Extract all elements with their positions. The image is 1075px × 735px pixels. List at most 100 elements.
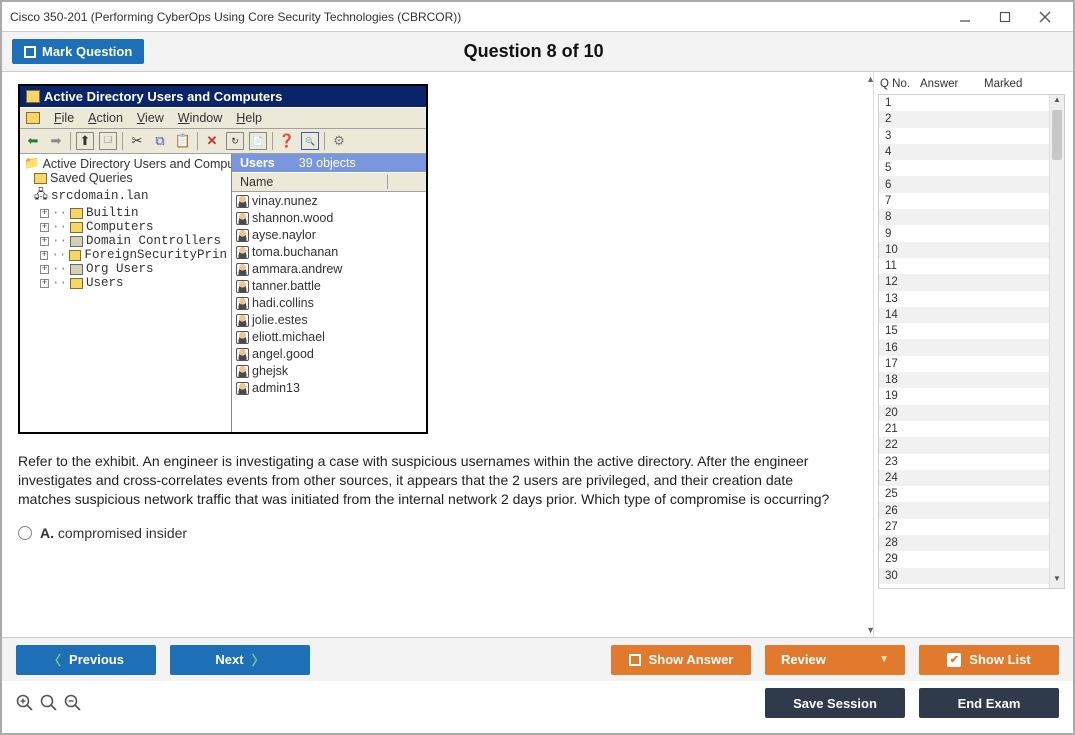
user-icon bbox=[236, 195, 249, 208]
user-row: eliott.michael bbox=[236, 329, 422, 346]
user-row: admin13 bbox=[236, 380, 422, 397]
minimize-button[interactable] bbox=[945, 5, 985, 29]
end-exam-button[interactable]: End Exam bbox=[919, 688, 1059, 718]
delete-icon: ✕ bbox=[203, 132, 221, 150]
col-name: Name bbox=[240, 175, 388, 189]
user-name: toma.buchanan bbox=[252, 244, 338, 261]
question-counter: Question 8 of 10 bbox=[144, 41, 923, 62]
user-name: jolie.estes bbox=[252, 312, 308, 329]
user-name: shannon.wood bbox=[252, 210, 333, 227]
scroll-thumb[interactable] bbox=[1052, 110, 1062, 160]
user-row: tanner.battle bbox=[236, 278, 422, 295]
square-icon bbox=[629, 654, 641, 666]
user-row: ayse.naylor bbox=[236, 227, 422, 244]
user-icon bbox=[236, 365, 249, 378]
qlist-row[interactable]: 4 bbox=[879, 144, 1064, 160]
question-list: 1234567891011121314151617181920212223242… bbox=[878, 94, 1065, 589]
tree-saved-queries: Saved Queries bbox=[50, 171, 133, 185]
hdr-marked: Marked bbox=[984, 78, 1065, 90]
qlist-row[interactable]: 1 bbox=[879, 95, 1064, 111]
user-icon bbox=[236, 297, 249, 310]
answer-a-label: A. bbox=[40, 525, 54, 541]
qlist-row[interactable]: 19 bbox=[879, 388, 1064, 404]
qlist-row[interactable]: 28 bbox=[879, 535, 1064, 551]
qlist-row[interactable]: 27 bbox=[879, 519, 1064, 535]
qlist-row[interactable]: 11 bbox=[879, 258, 1064, 274]
qlist-row[interactable]: 9 bbox=[879, 225, 1064, 241]
user-icon bbox=[236, 382, 249, 395]
answer-a-text: compromised insider bbox=[58, 525, 187, 541]
ou-icon bbox=[70, 264, 83, 275]
user-row: hadi.collins bbox=[236, 295, 422, 312]
scroll-down-icon[interactable]: ▼ bbox=[866, 625, 873, 635]
qlist-row[interactable]: 29 bbox=[879, 551, 1064, 567]
user-name: hadi.collins bbox=[252, 295, 314, 312]
scroll-up-icon[interactable]: ▲ bbox=[866, 74, 873, 84]
user-row: toma.buchanan bbox=[236, 244, 422, 261]
previous-button[interactable]: 〈 Previous bbox=[16, 645, 156, 675]
qlist-row[interactable]: 23 bbox=[879, 454, 1064, 470]
qlist-row[interactable]: 22 bbox=[879, 437, 1064, 453]
menu-window: Window bbox=[178, 111, 222, 125]
scrollbar[interactable]: ▲ ▼ bbox=[1049, 95, 1064, 588]
qlist-row[interactable]: 26 bbox=[879, 502, 1064, 518]
user-name: admin13 bbox=[252, 380, 300, 397]
review-button[interactable]: Review ▼ bbox=[765, 645, 905, 675]
qlist-row[interactable]: 7 bbox=[879, 193, 1064, 209]
qlist-row[interactable]: 2 bbox=[879, 111, 1064, 127]
qlist-row[interactable]: 30 bbox=[879, 568, 1064, 584]
qlist-row[interactable]: 20 bbox=[879, 405, 1064, 421]
qlist-row[interactable]: 15 bbox=[879, 323, 1064, 339]
nav-button-bar: 〈 Previous Next 〉 Show Answer Review ▼ ✔… bbox=[2, 637, 1073, 681]
review-label: Review bbox=[781, 652, 826, 667]
end-exam-label: End Exam bbox=[958, 696, 1021, 711]
user-row: shannon.wood bbox=[236, 210, 422, 227]
close-button[interactable] bbox=[1025, 5, 1065, 29]
exhibit-titlebar: Active Directory Users and Computers bbox=[20, 86, 426, 107]
zoom-out-icon[interactable] bbox=[64, 694, 82, 712]
qlist-row[interactable]: 13 bbox=[879, 291, 1064, 307]
qlist-row[interactable]: 10 bbox=[879, 242, 1064, 258]
show-list-button[interactable]: ✔ Show List bbox=[919, 645, 1059, 675]
qlist-row[interactable]: 3 bbox=[879, 128, 1064, 144]
qlist-row[interactable]: 24 bbox=[879, 470, 1064, 486]
qlist-row[interactable]: 12 bbox=[879, 274, 1064, 290]
properties-icon: 🗔 bbox=[99, 132, 117, 150]
qlist-row[interactable]: 21 bbox=[879, 421, 1064, 437]
zoom-reset-icon[interactable] bbox=[40, 694, 58, 712]
qlist-row[interactable]: 25 bbox=[879, 486, 1064, 502]
chevron-down-icon: ▼ bbox=[879, 654, 889, 665]
qlist-row[interactable]: 18 bbox=[879, 372, 1064, 388]
copy-icon: ⧉ bbox=[151, 132, 169, 150]
maximize-button[interactable] bbox=[985, 5, 1025, 29]
show-answer-button[interactable]: Show Answer bbox=[611, 645, 751, 675]
save-session-button[interactable]: Save Session bbox=[765, 688, 905, 718]
hdr-answer: Answer bbox=[920, 78, 984, 90]
question-text: Refer to the exhibit. An engineer is inv… bbox=[18, 452, 838, 509]
user-row: jolie.estes bbox=[236, 312, 422, 329]
header-bar: Mark Question Question 8 of 10 bbox=[2, 32, 1073, 72]
user-row: ghejsk bbox=[236, 363, 422, 380]
user-name: angel.good bbox=[252, 346, 314, 363]
column-headers: Name bbox=[232, 172, 426, 192]
zoom-in-icon[interactable] bbox=[16, 694, 34, 712]
scroll-up-icon[interactable]: ▲ bbox=[1050, 95, 1064, 109]
qlist-row[interactable]: 5 bbox=[879, 160, 1064, 176]
qlist-row[interactable]: 14 bbox=[879, 307, 1064, 323]
next-button[interactable]: Next 〉 bbox=[170, 645, 310, 675]
answer-option-a[interactable]: A. compromised insider bbox=[18, 525, 863, 541]
scroll-down-icon[interactable]: ▼ bbox=[1050, 574, 1064, 588]
qlist-row[interactable]: 17 bbox=[879, 356, 1064, 372]
user-icon bbox=[236, 280, 249, 293]
user-icon bbox=[236, 246, 249, 259]
expand-icon: + bbox=[40, 265, 49, 274]
qlist-row[interactable]: 8 bbox=[879, 209, 1064, 225]
qlist-row[interactable]: 6 bbox=[879, 176, 1064, 192]
qlist-header: Q No. Answer Marked bbox=[878, 76, 1065, 94]
list-header: Users 39 objects bbox=[232, 154, 426, 172]
show-list-label: Show List bbox=[969, 652, 1030, 667]
mark-question-button[interactable]: Mark Question bbox=[12, 39, 144, 64]
zoom-controls bbox=[16, 694, 82, 712]
expand-icon: + bbox=[40, 279, 49, 288]
qlist-row[interactable]: 16 bbox=[879, 339, 1064, 355]
